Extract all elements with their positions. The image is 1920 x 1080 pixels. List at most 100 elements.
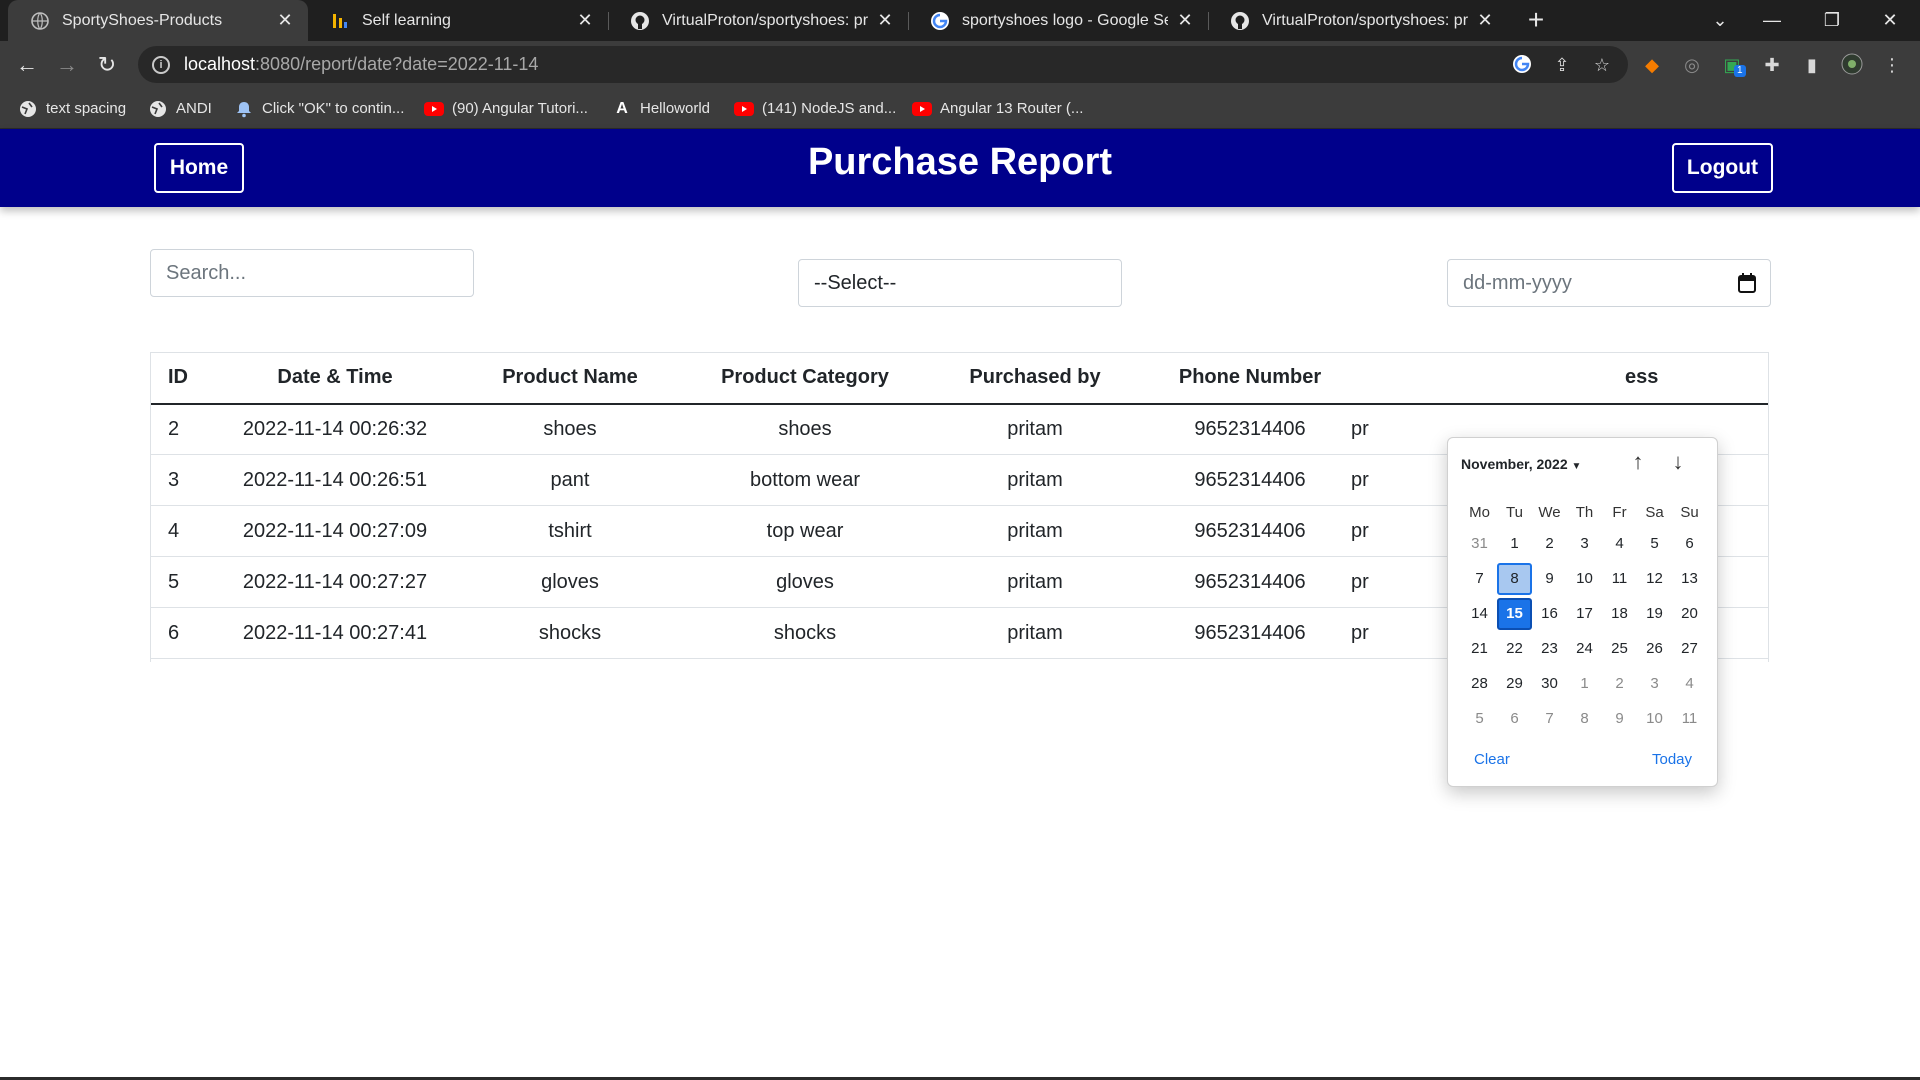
- reload-icon[interactable]: ↻: [91, 49, 123, 81]
- calendar-day[interactable]: 1: [1567, 668, 1602, 700]
- calendar-day[interactable]: 8: [1567, 703, 1602, 735]
- calendar-day[interactable]: 14: [1462, 598, 1497, 630]
- calendar-day[interactable]: 5: [1462, 703, 1497, 735]
- bookmark-item[interactable]: ANDI: [148, 88, 212, 129]
- calendar-day[interactable]: 7: [1532, 703, 1567, 735]
- calendar-day[interactable]: 25: [1602, 633, 1637, 665]
- search-input[interactable]: Search...: [150, 249, 474, 297]
- cell-phone: 9652314406: [1155, 454, 1345, 506]
- close-tab-icon[interactable]: ✕: [876, 10, 894, 31]
- globe-icon: [30, 11, 50, 31]
- menu-kebab-icon[interactable]: ⋮: [1880, 53, 1904, 77]
- browser-tab-5[interactable]: VirtualProton/sportyshoes: proto ✕: [1208, 0, 1508, 41]
- calendar-day[interactable]: 9: [1532, 563, 1567, 595]
- next-month-arrow-icon[interactable]: ↓: [1664, 448, 1692, 476]
- close-tab-icon[interactable]: ✕: [576, 10, 594, 31]
- calendar-day[interactable]: 30: [1532, 668, 1567, 700]
- calendar-day[interactable]: 17: [1567, 598, 1602, 630]
- bookmark-item[interactable]: (90) Angular Tutori...: [424, 88, 588, 129]
- calendar-day[interactable]: 24: [1567, 633, 1602, 665]
- column-header-id[interactable]: ID: [150, 352, 225, 405]
- minimize-icon[interactable]: —: [1742, 0, 1802, 41]
- calendar-day[interactable]: 20: [1672, 598, 1707, 630]
- calendar-day[interactable]: 3: [1637, 668, 1672, 700]
- calendar-day[interactable]: 13: [1672, 563, 1707, 595]
- category-select[interactable]: --Select--: [798, 259, 1122, 307]
- calendar-day[interactable]: 9: [1602, 703, 1637, 735]
- tab-title: VirtualProton/sportyshoes: proto: [662, 11, 868, 29]
- calendar-day[interactable]: 29: [1497, 668, 1532, 700]
- tab-search-chevron-icon[interactable]: ⌄: [1690, 0, 1750, 41]
- share-icon[interactable]: ⇪: [1550, 53, 1574, 77]
- column-header-datetime[interactable]: Date & Time: [225, 352, 445, 405]
- calendar-day[interactable]: 28: [1462, 668, 1497, 700]
- calendar-day[interactable]: 10: [1637, 703, 1672, 735]
- bookmark-item[interactable]: (141) NodeJS and...: [734, 88, 896, 129]
- bookmark-item[interactable]: Click "OK" to contin...: [234, 88, 404, 129]
- restore-icon[interactable]: ❐: [1802, 0, 1862, 41]
- calendar-day[interactable]: 7: [1462, 563, 1497, 595]
- calendar-day[interactable]: 26: [1637, 633, 1672, 665]
- calendar-day[interactable]: 1: [1497, 528, 1532, 560]
- bookmark-item[interactable]: A Helloworld: [612, 88, 710, 129]
- calendar-day[interactable]: 16: [1532, 598, 1567, 630]
- browser-tab-1[interactable]: SportyShoes-Products ✕: [8, 0, 308, 41]
- column-header-product-name[interactable]: Product Name: [445, 352, 695, 405]
- browser-tab-2[interactable]: Self learning ✕: [308, 0, 608, 41]
- google-lens-icon[interactable]: [1510, 53, 1534, 77]
- address-bar[interactable]: i localhost:8080/report/date?date=2022-1…: [138, 46, 1628, 83]
- calendar-day[interactable]: 2: [1602, 668, 1637, 700]
- column-header-product-category[interactable]: Product Category: [695, 352, 915, 405]
- calendar-day[interactable]: 11: [1602, 563, 1637, 595]
- browser-tab-3[interactable]: VirtualProton/sportyshoes: proto ✕: [608, 0, 908, 41]
- previous-month-arrow-icon[interactable]: ↑: [1624, 448, 1652, 476]
- calendar-day[interactable]: 11: [1672, 703, 1707, 735]
- puzzle-extensions-icon[interactable]: ✚: [1760, 53, 1784, 77]
- logout-button[interactable]: Logout: [1672, 143, 1773, 193]
- site-info-icon[interactable]: i: [152, 55, 170, 74]
- today-button[interactable]: Today: [1652, 751, 1692, 768]
- calendar-day[interactable]: 12: [1637, 563, 1672, 595]
- month-year-selector[interactable]: November, 2022 ▼: [1461, 456, 1581, 472]
- calendar-day[interactable]: 6: [1672, 528, 1707, 560]
- calendar-day[interactable]: 18: [1602, 598, 1637, 630]
- calendar-day[interactable]: 6: [1497, 703, 1532, 735]
- calendar-icon[interactable]: [1738, 273, 1756, 293]
- side-panel-icon[interactable]: ▮: [1800, 53, 1824, 77]
- calendar-day[interactable]: 31: [1462, 528, 1497, 560]
- calendar-day[interactable]: 21: [1462, 633, 1497, 665]
- calendar-day-selected[interactable]: 8: [1497, 563, 1532, 595]
- calendar-day[interactable]: 19: [1637, 598, 1672, 630]
- browser-tab-4[interactable]: sportyshoes logo - Google Search ✕: [908, 0, 1208, 41]
- column-header-purchased-by[interactable]: Purchased by: [915, 352, 1155, 405]
- calendar-day[interactable]: 3: [1567, 528, 1602, 560]
- bookmark-star-icon[interactable]: ☆: [1590, 53, 1614, 77]
- profile-avatar-icon[interactable]: [1840, 53, 1864, 77]
- date-input[interactable]: dd-mm-yyyy: [1447, 259, 1771, 307]
- column-header-phone-number[interactable]: Phone Number: [1155, 352, 1345, 405]
- tab-title: sportyshoes logo - Google Search: [962, 11, 1168, 29]
- bookmark-item[interactable]: text spacing: [18, 88, 126, 129]
- calendar-day[interactable]: 27: [1672, 633, 1707, 665]
- column-header-address-partial[interactable]: ess: [1595, 352, 1769, 405]
- bookmark-item[interactable]: Angular 13 Router (...: [912, 88, 1083, 129]
- calendar-day[interactable]: 2: [1532, 528, 1567, 560]
- calendar-day[interactable]: 4: [1672, 668, 1707, 700]
- extension-icon[interactable]: ◎: [1680, 53, 1704, 77]
- extension-badge-icon[interactable]: ▣ 1: [1720, 53, 1746, 77]
- close-window-icon[interactable]: ✕: [1860, 0, 1920, 41]
- close-tab-icon[interactable]: ✕: [276, 10, 294, 31]
- forward-arrow-icon[interactable]: →: [51, 49, 83, 81]
- calendar-day[interactable]: 4: [1602, 528, 1637, 560]
- back-arrow-icon[interactable]: ←: [11, 49, 43, 81]
- calendar-day-today[interactable]: 15: [1497, 598, 1532, 630]
- calendar-day[interactable]: 23: [1532, 633, 1567, 665]
- extension-icon[interactable]: ◆: [1640, 53, 1664, 77]
- close-tab-icon[interactable]: ✕: [1476, 10, 1494, 31]
- new-tab-icon[interactable]: +: [1520, 4, 1552, 36]
- clear-date-button[interactable]: Clear: [1474, 751, 1510, 768]
- close-tab-icon[interactable]: ✕: [1176, 10, 1194, 31]
- calendar-day[interactable]: 5: [1637, 528, 1672, 560]
- calendar-day[interactable]: 10: [1567, 563, 1602, 595]
- calendar-day[interactable]: 22: [1497, 633, 1532, 665]
